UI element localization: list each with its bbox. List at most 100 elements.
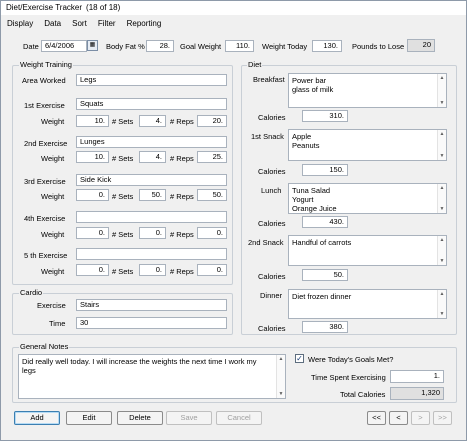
- save-button[interactable]: Save: [166, 411, 212, 425]
- goal-weight-label: Goal Weight: [180, 42, 222, 51]
- scroll-up-icon[interactable]: ▲: [277, 355, 285, 363]
- exercise-5-sets-label: # Sets: [112, 267, 134, 276]
- exercise-2-reps-field[interactable]: 25.: [197, 151, 227, 163]
- exercise-4-weight-field[interactable]: 0.: [76, 227, 109, 239]
- snack1-label: 1st Snack: [251, 132, 284, 141]
- lunch-text[interactable]: Tuna Salad Yogurt Orange Juice ▲ ▼: [288, 183, 447, 214]
- breakfast-line-1: Power bar: [292, 76, 327, 85]
- scroll-up-icon[interactable]: ▲: [438, 236, 446, 244]
- exercise-2-reps-label: # Reps: [170, 154, 194, 163]
- dinner-calories-field[interactable]: 380.: [302, 321, 348, 333]
- exercise-2-sets-field[interactable]: 4.: [139, 151, 166, 163]
- cardio-time-field[interactable]: 30: [76, 317, 227, 329]
- snack1-calories-field[interactable]: 150.: [302, 164, 348, 176]
- previous-record-button[interactable]: <: [389, 411, 408, 425]
- scroll-down-icon[interactable]: ▼: [277, 390, 285, 398]
- exercise-4-sets-label: # Sets: [112, 230, 134, 239]
- exercise-5-weight-field[interactable]: 0.: [76, 264, 109, 276]
- date-field[interactable]: 6/4/2006: [41, 40, 87, 52]
- edit-button[interactable]: Edit: [66, 411, 112, 425]
- menu-sort[interactable]: Sort: [72, 19, 87, 28]
- lunch-calories-field[interactable]: 430.: [302, 216, 348, 228]
- breakfast-scrollbar[interactable]: ▲ ▼: [437, 74, 446, 107]
- exercise-3-label: 3rd Exercise: [24, 177, 66, 186]
- snack1-calories-label: Calories: [258, 167, 286, 176]
- goal-weight-field[interactable]: 110.: [225, 40, 254, 52]
- record-count: (18 of 18): [86, 3, 121, 12]
- menu-display[interactable]: Display: [7, 19, 33, 28]
- cardio-exercise-label: Exercise: [37, 301, 66, 310]
- weight-today-field[interactable]: 130.: [312, 40, 342, 52]
- first-record-button[interactable]: <<: [367, 411, 386, 425]
- snack2-line-1: Handful of carrots: [292, 238, 352, 247]
- snack1-line-1: Apple: [292, 132, 312, 141]
- body-fat-field[interactable]: 28.: [146, 40, 174, 52]
- time-exercising-field[interactable]: 1.: [390, 370, 444, 383]
- exercise-4-weight-label: Weight: [41, 230, 65, 239]
- exercise-1-reps-field[interactable]: 20.: [197, 115, 227, 127]
- cardio-time-label: Time: [49, 319, 66, 328]
- snack2-calories-field[interactable]: 50.: [302, 269, 348, 281]
- dinner-text[interactable]: Diet frozen dinner ▲ ▼: [288, 289, 447, 319]
- breakfast-calories-field[interactable]: 310.: [302, 110, 348, 122]
- scroll-up-icon[interactable]: ▲: [438, 184, 446, 192]
- exercise-2-name-field[interactable]: Lunges: [76, 136, 227, 148]
- menu-data[interactable]: Data: [44, 19, 61, 28]
- exercise-2-weight-field[interactable]: 10.: [76, 151, 109, 163]
- delete-button[interactable]: Delete: [117, 411, 163, 425]
- exercise-4-reps-field[interactable]: 0.: [197, 227, 227, 239]
- menu-bar: Display Data Sort Filter Reporting: [1, 16, 466, 31]
- exercise-3-reps-field[interactable]: 50.: [197, 189, 227, 201]
- exercise-4-name-field[interactable]: [76, 211, 227, 223]
- exercise-3-weight-field[interactable]: 0.: [76, 189, 109, 201]
- exercise-1-sets-label: # Sets: [112, 117, 134, 126]
- scroll-down-icon[interactable]: ▼: [438, 257, 446, 265]
- exercise-2-sets-label: # Sets: [112, 154, 134, 163]
- add-button[interactable]: Add: [14, 411, 60, 425]
- snack1-scrollbar[interactable]: ▲ ▼: [437, 130, 446, 160]
- general-notes-text[interactable]: Did really well today. I will increase t…: [18, 354, 286, 399]
- goals-met-checkbox[interactable]: ✓: [295, 354, 304, 363]
- cancel-button[interactable]: Cancel: [216, 411, 262, 425]
- snack2-scrollbar[interactable]: ▲ ▼: [437, 236, 446, 265]
- exercise-1-weight-label: Weight: [41, 117, 65, 126]
- lunch-calories-label: Calories: [258, 219, 286, 228]
- lunch-scrollbar[interactable]: ▲ ▼: [437, 184, 446, 213]
- menu-filter[interactable]: Filter: [98, 19, 116, 28]
- scroll-down-icon[interactable]: ▼: [438, 310, 446, 318]
- lunch-line-3: Orange Juice: [292, 204, 337, 213]
- scroll-up-icon[interactable]: ▲: [438, 130, 446, 138]
- exercise-1-weight-field[interactable]: 10.: [76, 115, 109, 127]
- calendar-icon[interactable]: ▦: [87, 40, 98, 51]
- exercise-1-name-field[interactable]: Squats: [76, 98, 227, 110]
- snack2-text[interactable]: Handful of carrots ▲ ▼: [288, 235, 447, 266]
- exercise-3-sets-field[interactable]: 50.: [139, 189, 166, 201]
- exercise-3-name-field[interactable]: Side Kick: [76, 174, 227, 186]
- snack1-text[interactable]: Apple Peanuts ▲ ▼: [288, 129, 447, 161]
- breakfast-text[interactable]: Power bar glass of milk ▲ ▼: [288, 73, 447, 108]
- cardio-exercise-field[interactable]: Stairs: [76, 299, 227, 311]
- area-worked-field[interactable]: Legs: [76, 74, 227, 86]
- exercise-1-sets-field[interactable]: 4.: [139, 115, 166, 127]
- scroll-up-icon[interactable]: ▲: [438, 74, 446, 82]
- body-fat-label: Body Fat %: [106, 42, 145, 51]
- menu-reporting[interactable]: Reporting: [127, 19, 162, 28]
- dinner-scrollbar[interactable]: ▲ ▼: [437, 290, 446, 318]
- last-record-button[interactable]: >>: [433, 411, 452, 425]
- exercise-5-label: 5 th Exercise: [24, 251, 68, 260]
- scroll-down-icon[interactable]: ▼: [438, 99, 446, 107]
- scroll-down-icon[interactable]: ▼: [438, 205, 446, 213]
- app-window: Diet/Exercise Tracker (18 of 18) Display …: [0, 0, 467, 441]
- exercise-5-reps-field[interactable]: 0.: [197, 264, 227, 276]
- scroll-up-icon[interactable]: ▲: [438, 290, 446, 298]
- notes-scrollbar[interactable]: ▲ ▼: [276, 355, 285, 398]
- breakfast-label: Breakfast: [253, 75, 285, 84]
- exercise-5-name-field[interactable]: [76, 248, 227, 260]
- exercise-1-reps-label: # Reps: [170, 117, 194, 126]
- scroll-down-icon[interactable]: ▼: [438, 152, 446, 160]
- lunch-label: Lunch: [261, 186, 282, 195]
- total-calories-label: Total Calories: [340, 390, 386, 399]
- next-record-button[interactable]: >: [411, 411, 430, 425]
- exercise-4-sets-field[interactable]: 0.: [139, 227, 166, 239]
- exercise-5-sets-field[interactable]: 0.: [139, 264, 166, 276]
